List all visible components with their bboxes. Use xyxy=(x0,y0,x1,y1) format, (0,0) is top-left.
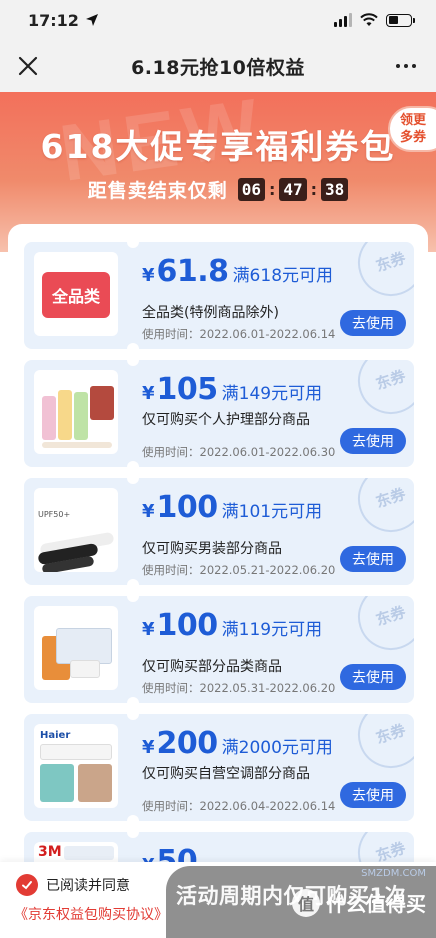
coupon-description: 仅可购买自营空调部分商品 xyxy=(142,766,310,782)
agreement-link[interactable]: 《京东权益包购买协议》 xyxy=(14,904,168,924)
status-time: 17:12 xyxy=(28,10,79,30)
coupon-price: ¥ 100 满119元可用 xyxy=(142,608,323,643)
coupon-amount: 100 xyxy=(156,608,219,643)
hero-title: 618大促专享福利券包 xyxy=(40,127,396,166)
countdown-label: 距售卖结束仅剩 xyxy=(87,180,228,202)
coupon-description: 全品类(特例商品除外) xyxy=(142,305,279,321)
coupon-thumbnail xyxy=(34,606,118,690)
countdown: 距售卖结束仅剩 06 : 47 : 38 xyxy=(0,176,436,203)
use-coupon-button[interactable]: 去使用 xyxy=(340,310,406,336)
coupon-card[interactable]: 东券 ¥ 105 满149元可用 仅可购买个人护理部分商品 使用时间：2022.… xyxy=(24,360,414,467)
coupon-valid-time: 使用时间：2022.06.01-2022.06.14 xyxy=(142,327,336,341)
coupon-card[interactable]: Haier 东券 ¥ 200 满2000元可用 仅可购买自营空调部分商品 使用时… xyxy=(24,714,414,821)
watermark-sub: SMZDM.COM xyxy=(361,868,426,879)
coupon-stamp: 东券 xyxy=(349,242,414,305)
page-title: 6.18元抢10倍权益 xyxy=(131,56,305,79)
coupon-amount: 100 xyxy=(156,490,219,525)
use-coupon-button[interactable]: 去使用 xyxy=(340,428,406,454)
nav-bar: 6.18元抢10倍权益 xyxy=(0,40,436,92)
coupon-valid-time: 使用时间：2022.05.21-2022.06.20 xyxy=(142,563,336,577)
more-options-icon[interactable] xyxy=(390,52,422,80)
battery-icon xyxy=(386,13,415,27)
coupon-card[interactable]: UPF50+ 东券 ¥ 100 满101元可用 仅可购买男装部分商品 使用时间：… xyxy=(24,478,414,585)
coupon-stamp: 东券 xyxy=(349,714,414,777)
coupon-valid-time: 使用时间：2022.06.04-2022.06.14 xyxy=(142,799,336,813)
use-coupon-button[interactable]: 去使用 xyxy=(340,782,406,808)
use-coupon-button[interactable]: 去使用 xyxy=(340,546,406,572)
all-category-badge: 全品类 xyxy=(42,272,110,318)
coupon-description: 仅可购买个人护理部分商品 xyxy=(142,412,310,428)
coupon-price: ¥ 200 满2000元可用 xyxy=(142,726,333,761)
coupon-amount: 61.8 xyxy=(156,254,230,289)
coupon-valid-time: 使用时间：2022.05.31-2022.06.20 xyxy=(142,681,336,695)
coupon-valid-time: 使用时间：2022.06.01-2022.06.30 xyxy=(142,445,336,459)
watermark-logo-icon: 值 xyxy=(292,888,320,917)
coupon-price: ¥ 100 满101元可用 xyxy=(142,490,323,525)
coupon-thumbnail: UPF50+ xyxy=(34,488,118,572)
coupon-thumbnail xyxy=(34,370,118,454)
coupon-description: 仅可购买男装部分商品 xyxy=(142,541,282,557)
coupon-card[interactable]: 东券 ¥ 100 满119元可用 仅可购买部分品类商品 使用时间：2022.05… xyxy=(24,596,414,703)
coupon-stamp: 东券 xyxy=(349,360,414,423)
cellular-signal-icon xyxy=(334,13,352,27)
thumbnail-tag: UPF50+ xyxy=(38,510,71,519)
coupon-condition: 满149元可用 xyxy=(221,384,323,404)
coupon-condition: 满101元可用 xyxy=(221,502,323,522)
coupon-condition: 满119元可用 xyxy=(221,620,323,640)
countdown-minutes: 47 xyxy=(279,178,307,201)
checkmark-icon[interactable] xyxy=(16,874,38,896)
brand-logo: Haier xyxy=(40,730,71,741)
agree-label: 已阅读并同意 xyxy=(46,878,130,894)
countdown-seconds: 38 xyxy=(321,178,349,201)
countdown-hours: 06 xyxy=(237,178,265,201)
coupon-price: ¥ 61.8 满618元可用 xyxy=(142,254,334,289)
coupon-thumbnail: Haier xyxy=(34,724,118,808)
use-coupon-button[interactable]: 去使用 xyxy=(340,664,406,690)
coupon-amount: 105 xyxy=(156,372,219,407)
watermark: SMZDM.COM 值 什么值得买 xyxy=(292,868,426,917)
coupon-card[interactable]: 全品类 东券 ¥ 61.8 满618元可用 全品类(特例商品除外) 使用时间：2… xyxy=(24,242,414,349)
coupon-panel: 全品类 东券 ¥ 61.8 满618元可用 全品类(特例商品除外) 使用时间：2… xyxy=(8,224,428,938)
wifi-icon xyxy=(360,13,378,26)
coupon-condition: 满618元可用 xyxy=(232,266,334,286)
brand-logo: 3M xyxy=(38,844,62,860)
receive-more-coupons-button[interactable]: 领更 多券 xyxy=(388,106,436,152)
coupon-stamp: 东券 xyxy=(349,478,414,541)
status-bar: 17:12 xyxy=(0,0,436,40)
watermark-text: 什么值得买 xyxy=(326,892,426,916)
coupon-stamp: 东券 xyxy=(349,596,414,659)
close-icon[interactable] xyxy=(14,52,42,80)
location-arrow-icon xyxy=(85,14,98,26)
coupon-description: 仅可购买部分品类商品 xyxy=(142,659,282,675)
coupon-condition: 满2000元可用 xyxy=(221,738,333,758)
coupon-price: ¥ 105 满149元可用 xyxy=(142,372,323,407)
agreement-checkbox-row[interactable]: 已阅读并同意 xyxy=(16,874,130,896)
coupon-thumbnail: 全品类 xyxy=(34,252,118,336)
coupon-amount: 200 xyxy=(156,726,219,761)
